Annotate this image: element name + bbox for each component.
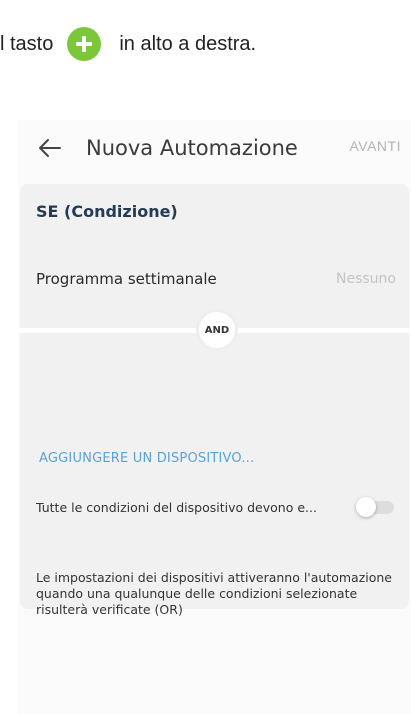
back-button[interactable] (36, 134, 64, 162)
weekly-schedule-row[interactable]: Programma settimanale Nessuno (36, 270, 396, 288)
all-conditions-toggle[interactable] (356, 497, 396, 517)
all-conditions-label: Tutte le condizioni del dispositivo devo… (36, 499, 317, 515)
instruction-before: l tasto (0, 32, 54, 55)
instruction-text: l tasto in alto a destra. (0, 24, 256, 64)
add-device-link[interactable]: AGGIUNGERE UN DISPOSITIVO... (39, 451, 254, 466)
add-circle-icon (67, 27, 102, 61)
toggle-knob (356, 497, 376, 517)
condition-card: SE (Condizione) Programma settimanale Ne… (18, 184, 411, 617)
arrow-left-icon (39, 139, 61, 157)
page-title: Nuova Automazione (86, 136, 298, 160)
weekly-schedule-label: Programma settimanale (36, 270, 217, 288)
all-conditions-row: Tutte le condizioni del dispositivo devo… (36, 497, 396, 517)
and-operator-badge: AND (196, 309, 238, 351)
instruction-after: in alto a destra. (119, 32, 257, 55)
next-button[interactable]: AVANTI (350, 138, 402, 154)
top-bar: Nuova Automazione AVANTI (18, 120, 411, 176)
info-note: Le impostazioni dei dispositivi attivera… (36, 570, 392, 617)
app-screen: Nuova Automazione AVANTI SE (Condizione)… (18, 120, 411, 714)
weekly-schedule-value: Nessuno (336, 271, 396, 287)
section-title: SE (Condizione) (36, 202, 178, 221)
